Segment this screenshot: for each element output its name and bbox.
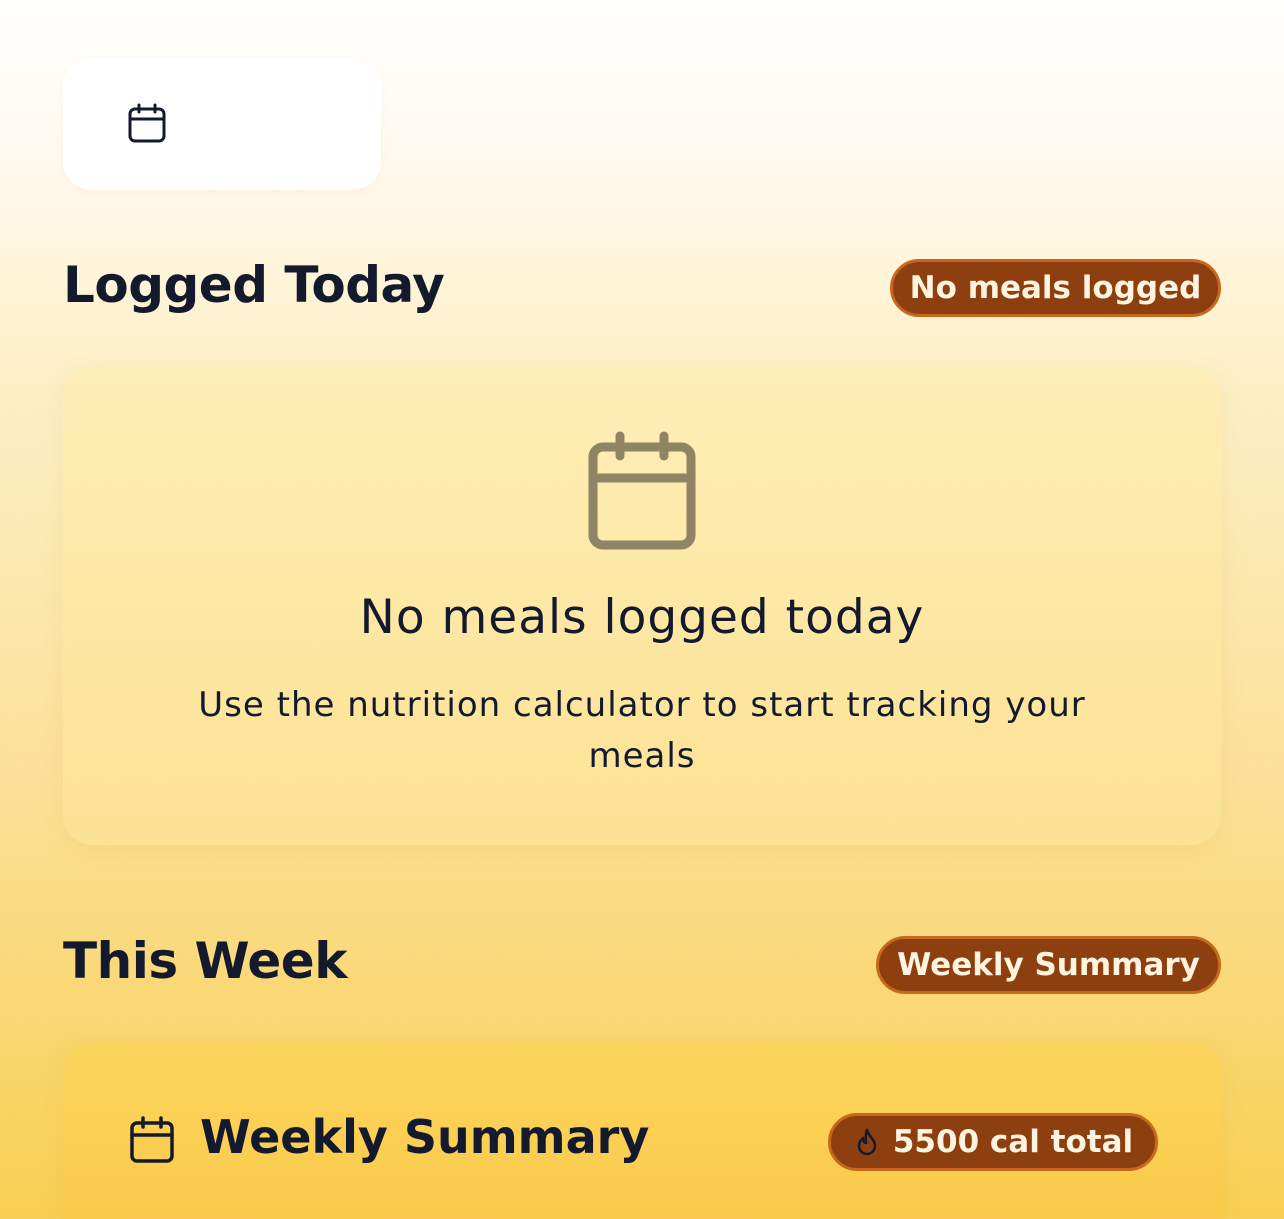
calories-total-text: 5500 cal total <box>892 1124 1134 1160</box>
status-badge-no-meals: No meals logged <box>890 259 1221 317</box>
section-title-logged-today: Logged Today <box>63 256 445 314</box>
section-title-this-week: This Week <box>63 932 347 990</box>
date-picker-button[interactable] <box>63 58 381 190</box>
empty-state-title: No meals logged today <box>359 590 925 645</box>
calendar-icon <box>578 430 706 558</box>
calories-total-badge: 5500 cal total <box>828 1113 1158 1171</box>
empty-state-description: Use the nutrition calculator to start tr… <box>198 685 1086 776</box>
flame-icon <box>853 1127 881 1157</box>
weekly-summary-title: Weekly Summary <box>200 1110 650 1164</box>
weekly-summary-badge[interactable]: Weekly Summary <box>876 936 1221 994</box>
calendar-icon <box>127 1115 177 1165</box>
calendar-icon <box>127 103 167 143</box>
